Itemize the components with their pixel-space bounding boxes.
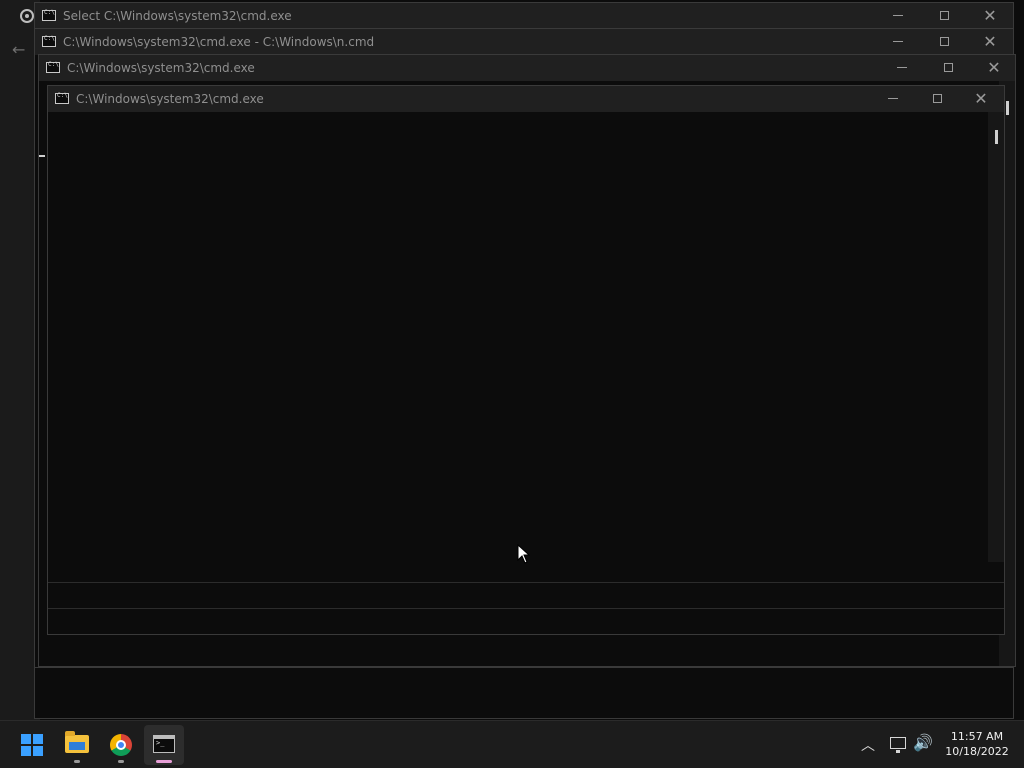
maximize-button[interactable] (925, 55, 971, 81)
titlebar[interactable]: Select C:\Windows\system32\cmd.exe ✕ (35, 3, 1013, 29)
windows-logo-icon (21, 734, 43, 756)
vertical-scrollbar[interactable] (988, 112, 1004, 562)
minimize-button[interactable] (875, 3, 921, 29)
active-indicator (156, 760, 172, 763)
cmd-icon (42, 35, 56, 47)
close-icon: ✕ (987, 58, 1001, 77)
taskbar-command-prompt[interactable] (144, 725, 184, 765)
minimize-button[interactable] (879, 55, 925, 81)
maximize-button[interactable] (921, 3, 967, 29)
show-hidden-icons-chevron-icon[interactable]: ︿ (861, 735, 875, 755)
titlebar[interactable]: C:\Windows\system32\cmd.exe - C:\Windows… (35, 29, 1013, 55)
maximize-icon (939, 37, 949, 46)
cmd-icon (46, 61, 60, 73)
close-button[interactable]: ✕ (967, 3, 1013, 29)
maximize-button[interactable] (914, 86, 960, 112)
scrollbar-thumb[interactable] (995, 130, 998, 144)
close-icon: ✕ (983, 32, 997, 51)
maximize-icon (939, 11, 949, 20)
desktop: ← Select C:\Windows\system32\cmd.exe ✕ C… (0, 0, 1024, 720)
window-title: C:\Windows\system32\cmd.exe - C:\Windows… (63, 35, 375, 49)
clock-time: 11:57 AM (950, 730, 1004, 743)
mouse-pointer-icon (517, 544, 531, 564)
minimize-button[interactable] (875, 29, 921, 55)
close-icon: ✕ (983, 6, 997, 25)
titlebar[interactable]: C:\Windows\system32\cmd.exe ✕ (48, 86, 1004, 112)
minimize-icon (888, 98, 898, 99)
divider (48, 608, 1004, 609)
maximize-icon (943, 63, 953, 72)
close-button[interactable]: ✕ (958, 86, 1004, 112)
window-title: Select C:\Windows\system32\cmd.exe (63, 9, 292, 23)
close-icon: ✕ (974, 89, 988, 108)
close-button[interactable]: ✕ (971, 55, 1017, 81)
chrome-icon (110, 734, 132, 756)
minimize-icon (893, 41, 903, 42)
back-arrow-icon[interactable]: ← (12, 40, 25, 59)
minimize-icon (897, 67, 907, 68)
taskbar-clock[interactable]: 11:57 AM 10/18/2022 (940, 729, 1014, 759)
maximize-icon (932, 94, 942, 103)
folder-icon (65, 731, 89, 753)
taskbar-file-explorer[interactable] (57, 725, 97, 765)
taskbar: ︿ 🔊 11:57 AM 10/18/2022 (0, 720, 1024, 768)
network-icon[interactable] (890, 737, 906, 753)
maximize-button[interactable] (921, 29, 967, 55)
running-indicator (74, 760, 80, 763)
start-button[interactable] (12, 725, 52, 765)
cmd-icon (55, 92, 69, 104)
chrome-logo-icon (20, 9, 34, 23)
minimize-icon (893, 15, 903, 16)
close-button[interactable]: ✕ (967, 29, 1013, 55)
titlebar[interactable]: C:\Windows\system32\cmd.exe ✕ (39, 55, 1015, 81)
scrollbar-thumb[interactable] (1006, 101, 1009, 115)
clock-date: 10/18/2022 (945, 745, 1009, 758)
text-cursor (39, 155, 45, 157)
divider (48, 582, 1004, 583)
minimize-button[interactable] (870, 86, 916, 112)
terminal-icon (153, 735, 175, 753)
volume-icon[interactable]: 🔊 (913, 733, 933, 752)
taskbar-chrome[interactable] (101, 725, 141, 765)
running-indicator (118, 760, 124, 763)
window-title: C:\Windows\system32\cmd.exe (67, 61, 255, 75)
window-title: C:\Windows\system32\cmd.exe (76, 92, 264, 106)
cmd-icon (42, 9, 56, 21)
